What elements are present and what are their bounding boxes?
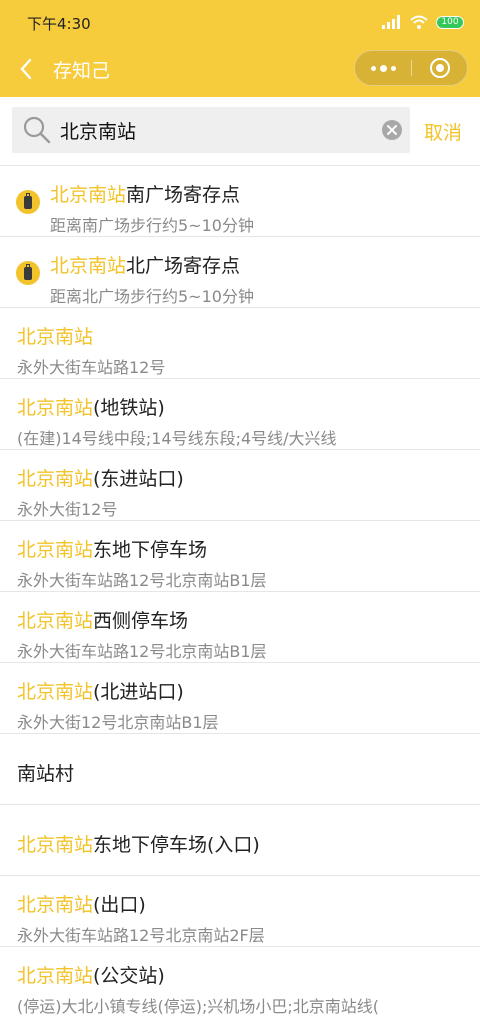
- item-subtitle: 永外大街车站路12号北京南站B1层: [17, 642, 267, 661]
- item-title-rest: 东地下停车场(入口): [93, 834, 260, 856]
- item-title: 北京南站南广场寄存点: [50, 180, 240, 207]
- search-icon: [23, 116, 51, 144]
- item-title-highlight: 北京南站: [17, 681, 94, 703]
- list-item[interactable]: 北京南站东地下停车场 永外大街车站路12号北京南站B1层: [0, 521, 480, 592]
- list-item[interactable]: 北京南站(北进站口) 永外大街12号北京南站B1层: [0, 663, 480, 734]
- item-subtitle: (在建)14号线中段;14号线东段;4号线/大兴线: [17, 429, 337, 448]
- item-subtitle: 永外大街12号: [17, 500, 118, 519]
- list-item[interactable]: 北京南站(出口) 永外大街车站路12号北京南站2F层: [0, 876, 480, 947]
- signal-icon: [382, 15, 400, 29]
- item-subtitle: 距离南广场步行约5~10分钟: [50, 216, 254, 235]
- luggage-icon: [16, 190, 40, 214]
- item-title: 北京南站东地下停车场(入口): [17, 830, 260, 857]
- item-title: 北京南站东地下停车场: [17, 535, 207, 562]
- cancel-button[interactable]: 取消: [424, 118, 462, 145]
- wifi-icon: [410, 15, 428, 29]
- item-subtitle: 永外大街12号北京南站B1层: [17, 713, 219, 732]
- item-subtitle: 永外大街车站路12号北京南站2F层: [17, 926, 265, 945]
- list-item[interactable]: 北京南站(地铁站) (在建)14号线中段;14号线东段;4号线/大兴线: [0, 379, 480, 450]
- status-icons: 100: [382, 14, 464, 30]
- more-dots-icon: [369, 64, 398, 72]
- status-bar: 下午4:30 100: [0, 0, 480, 44]
- item-title: 北京南站: [17, 322, 93, 349]
- item-title-highlight: 北京南站: [50, 255, 127, 277]
- item-title: 北京南站(公交站): [17, 961, 165, 988]
- item-title-rest: 北广场寄存点: [126, 255, 241, 277]
- item-subtitle: (停运)大北小镇专线(停运);兴机场小巴;北京南站线(: [17, 997, 379, 1016]
- search-input[interactable]: [60, 107, 370, 153]
- search-bar: 取消: [0, 97, 480, 166]
- list-item[interactable]: 南站村: [0, 734, 480, 805]
- top-bar: 下午4:30 100 存知己: [0, 0, 480, 97]
- item-title: 北京南站(北进站口): [17, 677, 184, 704]
- list-item[interactable]: 北京南站(公交站) (停运)大北小镇专线(停运);兴机场小巴;北京南站线(: [0, 947, 480, 1018]
- close-target-icon: [430, 58, 450, 78]
- item-title-rest: (公交站): [93, 965, 165, 987]
- item-title-highlight: 北京南站: [17, 894, 94, 916]
- item-title-rest: (出口): [93, 894, 146, 916]
- item-title: 北京南站北广场寄存点: [50, 251, 240, 278]
- list-item[interactable]: 北京南站东地下停车场(入口): [0, 805, 480, 876]
- item-title-rest: 东地下停车场: [93, 539, 208, 561]
- item-title-highlight: 北京南站: [17, 610, 94, 632]
- item-title-rest: (北进站口): [93, 681, 184, 703]
- item-title-rest: 西侧停车场: [93, 610, 189, 632]
- item-title: 北京南站(地铁站): [17, 393, 165, 420]
- item-title-rest: (地铁站): [93, 397, 165, 419]
- item-subtitle: 距离北广场步行约5~10分钟: [50, 287, 254, 306]
- item-title-rest: 南广场寄存点: [126, 184, 241, 206]
- list-item[interactable]: 北京南站南广场寄存点 距离南广场步行约5~10分钟: [0, 166, 480, 237]
- luggage-icon: [16, 261, 40, 285]
- item-title-rest: (东进站口): [93, 468, 184, 490]
- item-title: 北京南站西侧停车场: [17, 606, 188, 633]
- item-subtitle: 永外大街车站路12号: [17, 358, 166, 377]
- results-list: 北京南站南广场寄存点 距离南广场步行约5~10分钟 北京南站北广场寄存点 距离北…: [0, 166, 480, 1018]
- nav-title: 存知己: [53, 60, 111, 82]
- nav-bar: 存知己: [0, 44, 480, 97]
- clear-icon[interactable]: [382, 120, 402, 140]
- item-title: 北京南站(东进站口): [17, 464, 184, 491]
- back-arrow-icon[interactable]: [14, 56, 40, 82]
- item-title-highlight: 北京南站: [17, 539, 94, 561]
- item-title-highlight: 北京南站: [17, 326, 94, 348]
- item-title-highlight: 北京南站: [17, 468, 94, 490]
- item-title-highlight: 北京南站: [17, 965, 94, 987]
- item-title: 南站村: [17, 759, 74, 786]
- close-button[interactable]: [412, 51, 468, 85]
- battery-icon: 100: [436, 15, 464, 29]
- more-button[interactable]: [355, 51, 411, 85]
- status-time: 下午4:30: [27, 15, 91, 33]
- list-item[interactable]: 北京南站北广场寄存点 距离北广场步行约5~10分钟: [0, 237, 480, 308]
- list-item[interactable]: 北京南站(东进站口) 永外大街12号: [0, 450, 480, 521]
- item-subtitle: 永外大街车站路12号北京南站B1层: [17, 571, 267, 590]
- item-title-highlight: 北京南站: [50, 184, 127, 206]
- list-item[interactable]: 北京南站西侧停车场 永外大街车站路12号北京南站B1层: [0, 592, 480, 663]
- item-title-highlight: 北京南站: [17, 397, 94, 419]
- search-box: [12, 107, 410, 153]
- mini-program-capsule: [354, 50, 468, 86]
- item-title: 北京南站(出口): [17, 890, 146, 917]
- item-title-rest: 南站村: [17, 763, 75, 785]
- item-title-highlight: 北京南站: [17, 834, 94, 856]
- list-item[interactable]: 北京南站 永外大街车站路12号: [0, 308, 480, 379]
